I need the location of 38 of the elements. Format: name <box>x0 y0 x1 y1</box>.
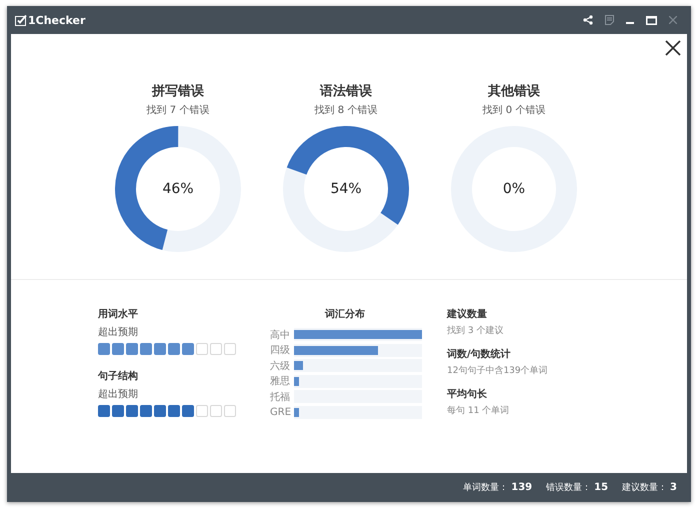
checkbox-icon <box>15 14 27 26</box>
status-value: 3 <box>670 482 677 493</box>
category-label: 高中 <box>270 328 291 342</box>
stat-label: 建议数量 <box>447 308 488 321</box>
status-label: 错误数量： <box>546 482 592 494</box>
percentage-label: 46% <box>162 181 194 197</box>
stat-label: 词数/句数统计 <box>447 348 512 361</box>
stat-label: 平均句长 <box>447 388 488 401</box>
share-icon[interactable] <box>583 15 593 25</box>
stat-value: 找到 3 个建议 <box>447 324 504 336</box>
rating-value: 超出预期 <box>98 326 138 338</box>
category-label: GRE <box>270 406 292 418</box>
error-count: 找到 7 个错误 <box>146 104 210 116</box>
maximize-icon[interactable] <box>646 16 657 24</box>
rating-label: 用词水平 <box>98 308 138 321</box>
chart-title: 词汇分布 <box>324 308 366 321</box>
percentage-label: 54% <box>330 181 362 197</box>
window-title: 1Checker <box>28 14 86 26</box>
status-value: 139 <box>511 482 532 493</box>
category-label: 六级 <box>270 360 291 373</box>
category-label: 雅思 <box>270 375 291 388</box>
category-label: 四级 <box>270 344 291 358</box>
status-label: 单词数量： <box>463 482 508 494</box>
error-count: 找到 0 个错误 <box>482 104 546 116</box>
rating-label: 句子结构 <box>98 370 138 383</box>
status-label: 建议数量： <box>622 482 668 494</box>
chart-title: 拼写错误 <box>152 83 204 99</box>
error-count: 找到 8 个错误 <box>314 104 378 116</box>
note-icon[interactable] <box>605 15 614 25</box>
stat-value: 每句 11 个单词 <box>447 404 510 416</box>
percentage-label: 0% <box>502 181 526 197</box>
close-button[interactable] <box>665 40 681 56</box>
status-value: 15 <box>594 482 608 493</box>
category-label: 托福 <box>270 390 291 404</box>
chart-title: 其他错误 <box>488 83 540 99</box>
stat-value: 12句句子中含139个单词 <box>447 364 548 376</box>
chart-title: 语法错误 <box>320 83 372 99</box>
rating-value: 超出预期 <box>98 388 138 400</box>
